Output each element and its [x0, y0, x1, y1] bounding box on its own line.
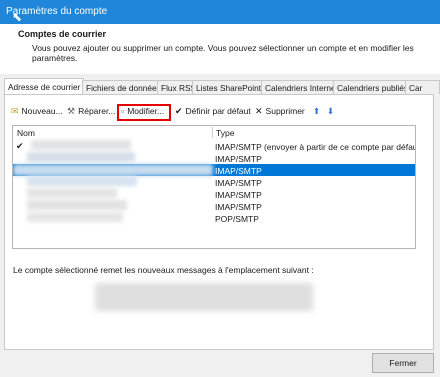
checkmark-circle-icon: ✔	[175, 105, 183, 116]
close-button-label: Fermer	[389, 358, 417, 368]
account-type: IMAP/SMTP	[215, 178, 262, 188]
new-account-icon: ✉	[11, 105, 19, 116]
mouse-cursor-icon: ⬉	[12, 10, 23, 24]
redacted-account-name	[27, 200, 127, 210]
move-up-button[interactable]: ⬆	[313, 103, 320, 119]
tab-published-calendars[interactable]: Calendriers publiés	[333, 80, 413, 94]
account-type: IMAP/SMTP	[215, 190, 262, 200]
account-row[interactable]: IMAP/SMTP	[13, 200, 415, 212]
column-header-type[interactable]: Type	[216, 128, 234, 138]
column-header-name[interactable]: Nom	[17, 128, 35, 138]
account-row[interactable]: ✔ IMAP/SMTP (envoyer à partir de ce comp…	[13, 140, 415, 152]
modify-highlight-frame	[117, 104, 171, 121]
account-type: IMAP/SMTP	[215, 166, 262, 176]
close-button[interactable]: Fermer	[372, 353, 434, 373]
default-account-check-icon: ✔	[16, 141, 24, 151]
tab-strip: Adresse de courrier Fichiers de données …	[4, 78, 440, 95]
arrow-down-icon: ⬇	[327, 105, 335, 116]
account-type: IMAP/SMTP	[215, 202, 262, 212]
account-row[interactable]: IMAP/SMTP	[13, 188, 415, 200]
set-default-button[interactable]: ✔ Définir par défaut	[175, 103, 251, 119]
title-bar: Paramètres du compte ⬉	[0, 0, 440, 24]
account-row[interactable]: IMAP/SMTP	[13, 152, 415, 164]
tab-sharepoint-lists[interactable]: Listes SharePoint	[192, 80, 266, 94]
new-button-label: Nouveau...	[21, 106, 63, 116]
move-down-button[interactable]: ⬇	[327, 103, 334, 119]
email-accounts-panel: ✉ Nouveau... ⚒ Réparer... ▫ Modifier... …	[4, 94, 434, 350]
tab-data-files[interactable]: Fichiers de données	[82, 80, 165, 94]
section-title: Comptes de courrier	[18, 29, 107, 39]
tab-email[interactable]: Adresse de courrier	[4, 78, 85, 95]
redacted-account-name	[27, 212, 123, 222]
header-panel: Comptes de courrier Vous pouvez ajouter …	[0, 24, 440, 74]
redacted-account-name	[27, 152, 135, 162]
tab-internet-calendars[interactable]: Calendriers Internet	[261, 80, 342, 94]
redacted-delivery-location	[95, 283, 313, 311]
list-header: Nom Type	[13, 126, 415, 138]
arrow-up-icon: ⬆	[313, 105, 321, 116]
repair-button[interactable]: ⚒ Réparer...	[67, 103, 115, 119]
section-description: Vous pouvez ajouter ou supprimer un comp…	[32, 43, 414, 63]
new-button[interactable]: ✉ Nouveau...	[11, 103, 63, 119]
account-type: IMAP/SMTP	[215, 154, 262, 164]
account-type: IMAP/SMTP (envoyer à partir de ce compte…	[215, 142, 416, 152]
set-default-label: Définir par défaut	[185, 106, 251, 116]
account-row-selected[interactable]: IMAP/SMTP	[13, 164, 415, 176]
redacted-account-name	[13, 164, 213, 176]
repair-button-label: Réparer...	[78, 106, 116, 116]
tab-address-books[interactable]: Car	[405, 80, 440, 94]
account-row[interactable]: POP/SMTP	[13, 212, 415, 224]
delete-x-icon: ✕	[255, 105, 263, 116]
redacted-account-name	[27, 176, 137, 186]
delete-button[interactable]: ✕ Supprimer	[255, 103, 305, 119]
delete-button-label: Supprimer	[265, 106, 305, 116]
repair-icon: ⚒	[67, 105, 76, 116]
column-separator	[212, 127, 213, 138]
delivery-location-note: Le compte sélectionné remet les nouveaux…	[13, 265, 314, 275]
account-row[interactable]: IMAP/SMTP	[13, 176, 415, 188]
redacted-account-name	[31, 140, 131, 150]
redacted-account-name	[27, 188, 117, 198]
accounts-list[interactable]: Nom Type ✔ IMAP/SMTP (envoyer à partir d…	[12, 125, 416, 249]
account-type: POP/SMTP	[215, 214, 259, 224]
